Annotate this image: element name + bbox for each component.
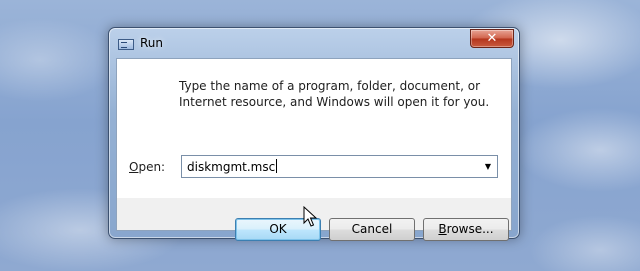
- cancel-button[interactable]: Cancel: [329, 218, 415, 241]
- window-title: Run: [140, 36, 164, 50]
- run-window-icon: [118, 39, 134, 50]
- browse-button[interactable]: Browse...: [423, 218, 509, 241]
- open-label-text: pen:: [138, 160, 166, 174]
- open-label: Open:: [129, 160, 165, 174]
- open-input-value: diskmgmt.msc: [187, 160, 276, 174]
- close-icon: ✕: [486, 31, 498, 46]
- open-input[interactable]: diskmgmt.msc: [187, 159, 278, 174]
- browse-mnemonic: B: [438, 222, 447, 236]
- mouse-pointer-icon: [303, 206, 317, 227]
- dialog-content-area: Type the name of a program, folder, docu…: [117, 59, 511, 198]
- dialog-description: Type the name of a program, folder, docu…: [179, 79, 490, 109]
- open-combobox[interactable]: diskmgmt.msc ▼: [181, 155, 498, 178]
- title-bar[interactable]: Run ✕: [109, 28, 519, 58]
- browse-label: rowse...: [446, 222, 494, 236]
- chevron-down-icon[interactable]: ▼: [482, 160, 494, 173]
- close-button[interactable]: ✕: [470, 29, 514, 48]
- text-caret: [276, 159, 278, 173]
